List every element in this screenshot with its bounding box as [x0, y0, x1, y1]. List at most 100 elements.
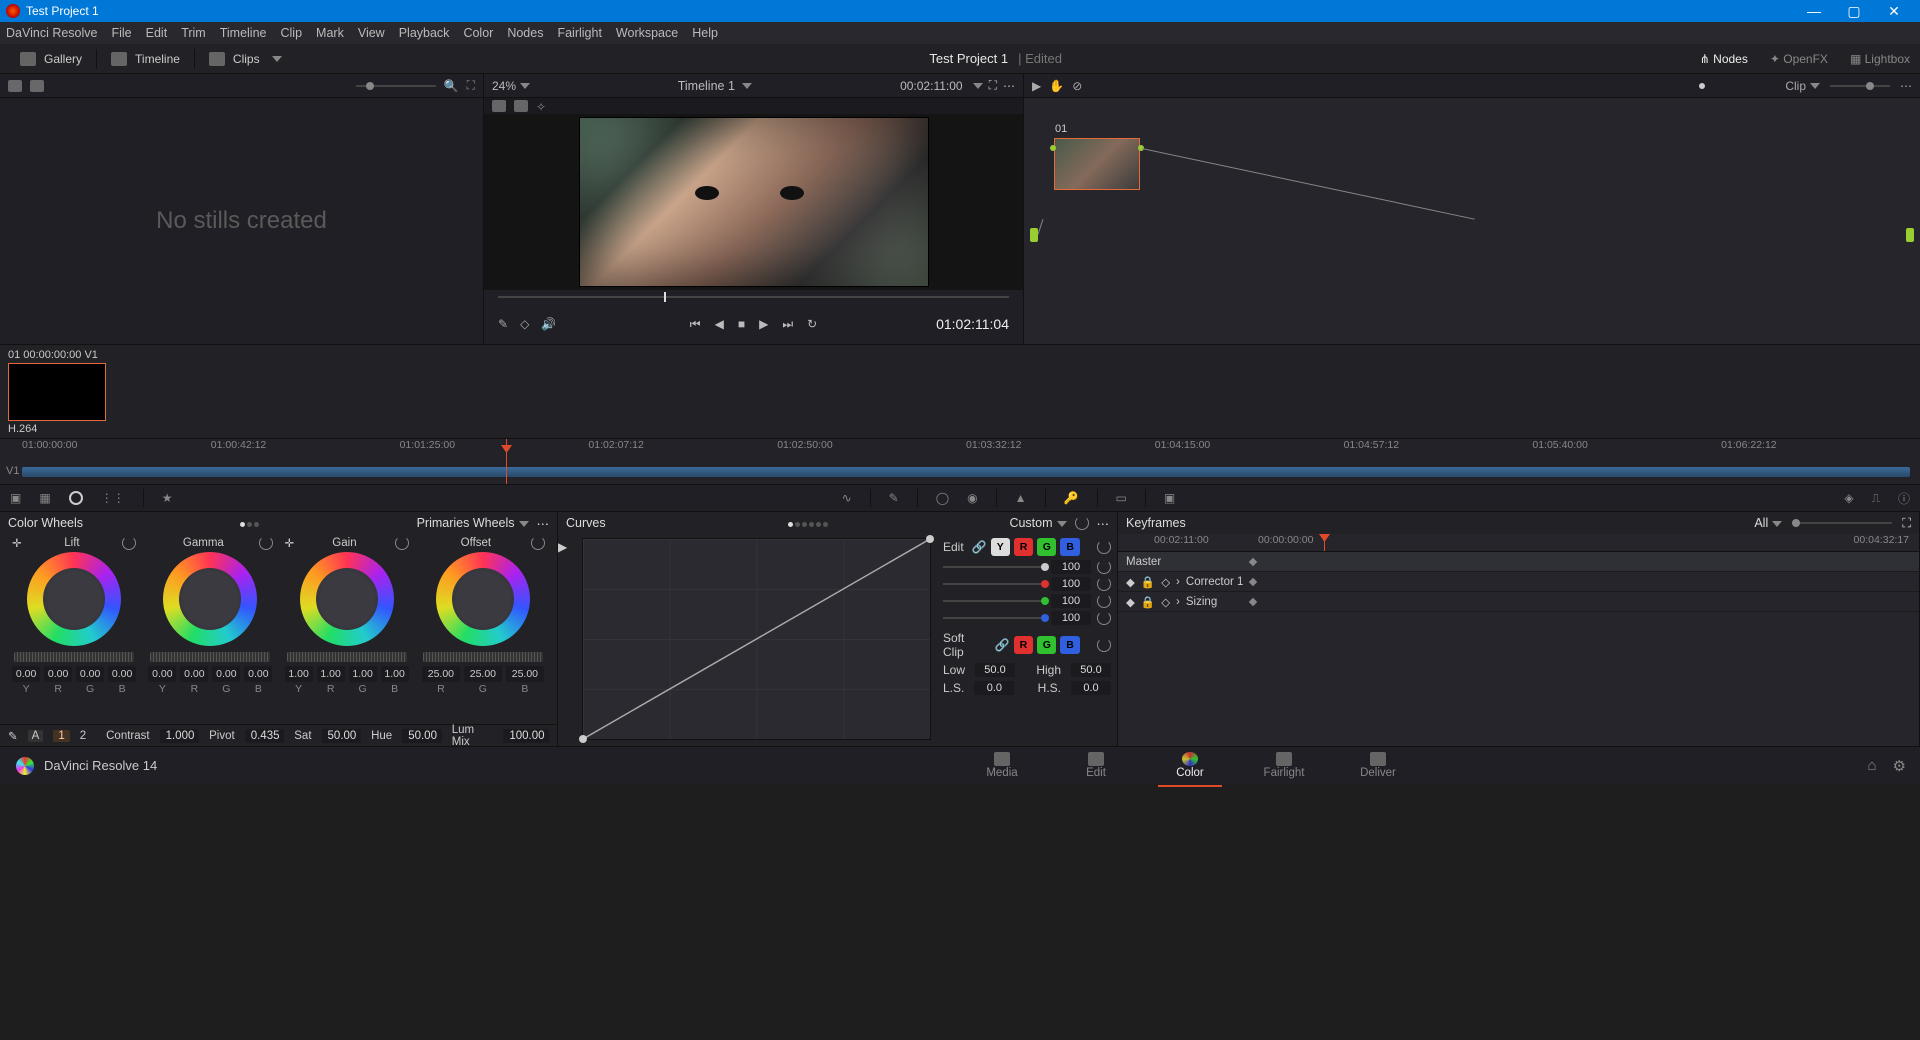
- gamma-master-wheel[interactable]: [150, 652, 270, 662]
- menu-item[interactable]: Help: [692, 26, 718, 40]
- kf-zoom-slider[interactable]: [1792, 522, 1892, 524]
- close-button[interactable]: ✕: [1874, 3, 1914, 20]
- link-icon[interactable]: 🔗: [972, 540, 987, 554]
- picker-icon[interactable]: ✎: [498, 317, 508, 331]
- magic-icon[interactable]: ✧: [536, 100, 546, 112]
- timeline-name[interactable]: Timeline 1: [678, 79, 735, 93]
- reset-icon[interactable]: [1097, 577, 1111, 591]
- camera-raw-icon[interactable]: ▣: [10, 491, 21, 505]
- loop-button[interactable]: ↻: [807, 317, 817, 331]
- clip-thumbnail[interactable]: [8, 363, 106, 421]
- node-output[interactable]: [1906, 228, 1914, 242]
- viewer-tc-in[interactable]: 00:02:11:00: [900, 79, 963, 93]
- curve-point[interactable]: [579, 735, 587, 743]
- intensity-r-slider[interactable]: [943, 583, 1045, 585]
- curves-mode-dropdown[interactable]: Custom: [1009, 516, 1066, 530]
- pivot-value[interactable]: 0.435: [245, 729, 285, 743]
- menu-item[interactable]: DaVinci Resolve: [6, 26, 97, 40]
- node-input[interactable]: [1030, 228, 1038, 242]
- channel-g[interactable]: G: [1037, 636, 1056, 654]
- reset-icon[interactable]: [1097, 611, 1111, 625]
- options-icon[interactable]: ⋯: [1097, 516, 1110, 531]
- menu-item[interactable]: Workspace: [616, 26, 678, 40]
- offset-master-wheel[interactable]: [423, 652, 543, 662]
- gain-master-wheel[interactable]: [287, 652, 407, 662]
- channel-g[interactable]: G: [1037, 538, 1056, 556]
- intensity-b-slider[interactable]: [943, 617, 1045, 619]
- nodes-toggle[interactable]: ⋔ Nodes: [1700, 52, 1748, 66]
- picker-icon[interactable]: ✛: [12, 536, 22, 550]
- reset-icon[interactable]: [395, 536, 409, 550]
- menu-item[interactable]: Nodes: [507, 26, 543, 40]
- lock-icon[interactable]: 🔒: [1141, 595, 1155, 609]
- 3d-icon[interactable]: ▣: [1164, 491, 1175, 505]
- kf-filter-dropdown[interactable]: All: [1754, 516, 1782, 530]
- key-icon[interactable]: 🔑: [1064, 491, 1079, 505]
- page-edit[interactable]: Edit: [1054, 750, 1138, 781]
- expand-icon[interactable]: ⛶: [1902, 516, 1911, 531]
- reset-icon[interactable]: [1097, 638, 1111, 652]
- maximize-button[interactable]: ▢: [1834, 3, 1874, 20]
- curve-point[interactable]: [926, 535, 934, 543]
- menu-item[interactable]: Clip: [281, 26, 303, 40]
- val[interactable]: 0.00: [76, 666, 104, 682]
- lightbox-toggle[interactable]: ▦ Lightbox: [1850, 52, 1910, 66]
- minimize-button[interactable]: —: [1794, 3, 1834, 19]
- val[interactable]: 0.00: [44, 666, 72, 682]
- page-dots[interactable]: [787, 516, 829, 530]
- page-deliver[interactable]: Deliver: [1336, 750, 1420, 781]
- page-media[interactable]: Media: [960, 750, 1044, 781]
- clip-mode-dropdown[interactable]: Clip: [1785, 79, 1820, 93]
- gamma-color-wheel[interactable]: [163, 552, 257, 646]
- lift-master-wheel[interactable]: [14, 652, 134, 662]
- disable-tool[interactable]: ⊘: [1072, 79, 1082, 93]
- awb-icon[interactable]: A: [28, 730, 44, 742]
- gallery-grab-icon[interactable]: [30, 80, 44, 92]
- curves-graph[interactable]: [582, 538, 931, 740]
- sat-value[interactable]: 50.00: [322, 729, 362, 743]
- offset-color-wheel[interactable]: [436, 552, 530, 646]
- timeline-toggle[interactable]: Timeline: [101, 52, 190, 66]
- menu-item[interactable]: Trim: [181, 26, 206, 40]
- search-icon[interactable]: 🔍: [444, 79, 459, 93]
- reset-icon[interactable]: [259, 536, 273, 550]
- value[interactable]: 100: [1051, 577, 1091, 591]
- key-add-icon[interactable]: ◇: [1161, 595, 1170, 609]
- val[interactable]: 0.00: [12, 666, 40, 682]
- menu-item[interactable]: Edit: [146, 26, 168, 40]
- hand-tool[interactable]: ✋: [1049, 79, 1064, 93]
- stop-button[interactable]: ■: [738, 317, 745, 331]
- expand-icon[interactable]: ⛶: [467, 78, 475, 93]
- curve-expand-icon[interactable]: ▶: [558, 534, 572, 746]
- picker-icon[interactable]: ✛: [285, 536, 295, 550]
- ls-value[interactable]: 0.0: [974, 681, 1014, 695]
- qualifier-icon[interactable]: ✎: [889, 491, 899, 505]
- rgb-mixer-icon[interactable]: ⋮⋮: [101, 491, 125, 505]
- curves-icon[interactable]: ∿: [842, 491, 852, 505]
- kf-master-row[interactable]: Master: [1118, 552, 1919, 572]
- gallery-toggle[interactable]: Gallery: [10, 52, 92, 66]
- menu-item[interactable]: Fairlight: [557, 26, 601, 40]
- clips-toggle[interactable]: Clips: [199, 52, 292, 66]
- value[interactable]: 100: [1051, 611, 1091, 625]
- hue-value[interactable]: 50.00: [402, 729, 442, 743]
- reset-icon[interactable]: [1097, 540, 1111, 554]
- kf-row[interactable]: ◆🔒◇›Corrector 1: [1118, 572, 1919, 592]
- page-color[interactable]: Color: [1148, 750, 1232, 781]
- reset-icon[interactable]: [1097, 594, 1111, 608]
- page-2[interactable]: 2: [80, 730, 86, 742]
- high-value[interactable]: 50.0: [1071, 663, 1111, 677]
- primaries-wheels-icon[interactable]: [69, 491, 83, 505]
- color-match-icon[interactable]: ▦: [39, 491, 50, 505]
- node-zoom-slider[interactable]: [1830, 85, 1890, 87]
- key-add-icon[interactable]: ◇: [1161, 575, 1170, 589]
- value[interactable]: 100: [1051, 594, 1091, 608]
- split-icon[interactable]: [514, 100, 528, 112]
- contrast-value[interactable]: 1.000: [160, 729, 200, 743]
- node-graph[interactable]: 01: [1024, 98, 1920, 344]
- keyframe-mode-icon[interactable]: ◈: [1844, 491, 1853, 505]
- lift-color-wheel[interactable]: [27, 552, 121, 646]
- next-clip-button[interactable]: ⏭: [782, 317, 793, 332]
- reset-icon[interactable]: [1075, 516, 1089, 530]
- link-icon[interactable]: 🔗: [995, 638, 1010, 652]
